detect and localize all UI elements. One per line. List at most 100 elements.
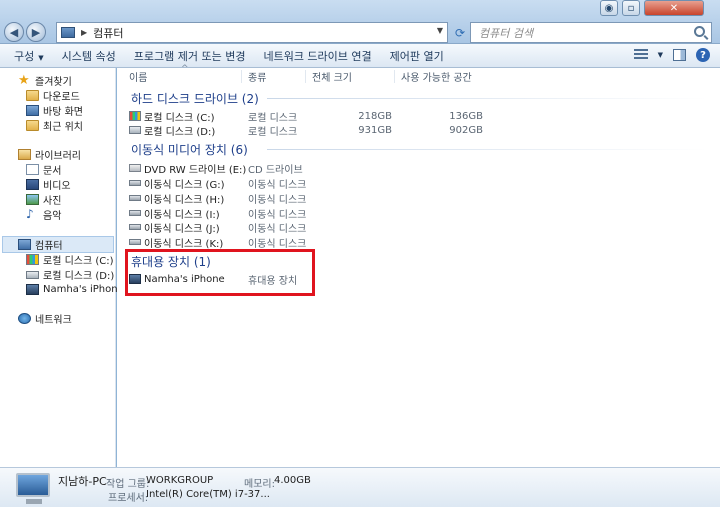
forward-button[interactable]: ▶ [26,22,46,42]
organize-label: 구성 [14,49,35,63]
search-input[interactable]: 컴퓨터 검색 [470,22,712,43]
nav-videos-label: 비디오 [43,181,71,192]
nav-recent[interactable]: 최근 위치 [26,118,83,133]
minimize-icon: ◉ [604,2,614,14]
removable-disk-icon [129,239,141,245]
nav-favorites[interactable]: ★ 즐겨찾기 [18,73,72,88]
list-item[interactable]: 이동식 디스크 (J:) [129,220,220,235]
column-divider[interactable] [241,70,242,83]
search-placeholder: 컴퓨터 검색 [479,26,534,40]
refresh-button[interactable]: ⟳ [450,22,470,43]
nav-libraries[interactable]: 라이브러리 [18,147,81,162]
item-type: 이동식 디스크 [248,194,307,206]
nav-iphone[interactable]: Namha's iPhone [26,282,124,297]
documents-icon [26,164,39,175]
close-button[interactable]: ✕ [644,0,704,16]
help-icon[interactable]: ? [696,48,710,62]
breadcrumb-separator-icon[interactable]: ▶ [81,28,87,37]
nav-drive-c-label: 로컬 디스크 (C:) [43,256,114,267]
organize-button[interactable]: 구성 ▼ [0,48,53,64]
caret-down-icon[interactable]: ▼ [658,51,663,59]
workgroup-value: WORKGROUP [146,475,214,486]
red-highlight-box [125,249,315,296]
memory-label: 메모리: [244,479,275,490]
column-name-label: 이름 [129,72,148,84]
group-header-removable[interactable]: 이동식 미디어 장치 (6) [131,141,248,157]
column-header-type[interactable]: 종류 [248,68,266,84]
caret-down-icon: ▼ [38,53,44,62]
column-free-label: 사용 가능한 공간 [401,72,472,84]
column-header-total[interactable]: 전체 크기 [312,68,352,84]
group-header-hdd[interactable]: 하드 디스크 드라이브 (2) [131,90,259,106]
column-type-label: 종류 [248,72,267,84]
nav-network-label: 네트워크 [35,315,72,326]
windows-drive-icon [26,254,39,265]
list-item[interactable]: 이동식 디스크 (I:) [129,206,220,221]
dvd-drive-icon [129,164,141,172]
nav-music[interactable]: ♪ 음악 [26,207,61,222]
item-name: 로컬 디스크 (D:) [144,126,216,138]
search-icon[interactable] [694,26,705,37]
pictures-icon [26,194,39,205]
chevron-down-icon[interactable]: ▼ [437,26,443,35]
uninstall-program-button[interactable]: 프로그램 제거 또는 변경 [125,48,255,64]
list-item[interactable]: 로컬 디스크 (C:) [129,109,215,124]
column-divider[interactable] [394,70,395,83]
list-item[interactable]: 로컬 디스크 (D:) [129,123,216,138]
star-icon: ★ [18,73,30,88]
nav-drive-c[interactable]: 로컬 디스크 (C:) [26,252,114,267]
address-bar[interactable]: ▶ 컴퓨터 ▼ [56,22,448,43]
nav-videos[interactable]: 비디오 [26,177,71,192]
maximize-button[interactable]: ▫ [622,0,640,16]
view-options-icon[interactable] [633,49,648,61]
item-type: 이동식 디스크 [248,179,307,191]
item-type: 로컬 디스크 [248,126,298,138]
title-bar: ◉ ▫ ✕ ◀ ▶ ▶ 컴퓨터 ▼ ⟳ 컴퓨터 검색 [0,0,720,44]
list-item[interactable]: 이동식 디스크 (K:) [129,235,223,250]
item-total-size: 931GB [358,124,392,136]
nav-pictures[interactable]: 사진 [26,192,61,207]
libraries-icon [18,149,31,160]
item-name: 이동식 디스크 (J:) [144,223,220,235]
removable-disk-icon [129,180,141,186]
system-properties-button[interactable]: 시스템 속성 [53,48,125,64]
maximize-icon: ▫ [627,2,635,14]
column-divider[interactable] [305,70,306,83]
list-item[interactable]: DVD RW 드라이브 (E:) [129,161,246,176]
group-hdd-label: 하드 디스크 드라이브 (2) [131,91,259,106]
processor-value: Intel(R) Core(TM) i7-37... [146,489,270,500]
item-name: 로컬 디스크 (C:) [144,112,215,124]
details-pane: 지남하-PC 작업 그룹: WORKGROUP 메모리: 4.00GB 프로세서… [0,467,720,507]
open-control-panel-button[interactable]: 제어판 열기 [381,48,453,64]
nav-libraries-label: 라이브러리 [35,151,81,162]
back-button[interactable]: ◀ [4,22,24,42]
group-removable-label: 이동식 미디어 장치 (6) [131,142,248,157]
preview-pane-icon[interactable] [673,49,686,61]
pc-name: 지남하-PC [58,475,107,488]
nav-documents[interactable]: 문서 [26,162,61,177]
nav-favorites-label: 즐겨찾기 [35,77,72,88]
nav-downloads[interactable]: 다운로드 [26,88,80,103]
removable-disk-icon [129,224,141,230]
list-item[interactable]: 이동식 디스크 (G:) [129,176,224,191]
minimize-button[interactable]: ◉ [600,0,618,16]
nav-desktop-label: 바탕 화면 [43,107,83,118]
column-header-name[interactable]: 이름 [129,68,147,84]
computer-icon [18,239,31,250]
sort-ascending-icon: ^ [181,64,189,74]
breadcrumb-computer[interactable]: 컴퓨터 [93,25,123,41]
nav-downloads-label: 다운로드 [43,92,80,103]
nav-recent-label: 최근 위치 [43,122,83,133]
drive-icon [26,270,39,279]
computer-monitor-icon [16,473,50,504]
nav-desktop[interactable]: 바탕 화면 [26,103,83,118]
nav-computer-label: 컴퓨터 [35,241,63,252]
item-type: 이동식 디스크 [248,238,307,250]
column-header-free[interactable]: 사용 가능한 공간 [401,68,472,84]
map-network-drive-button[interactable]: 네트워크 드라이브 연결 [254,48,380,64]
nav-drive-d[interactable]: 로컬 디스크 (D:) [26,267,114,282]
nav-computer[interactable]: 컴퓨터 [18,237,63,252]
item-type: 로컬 디스크 [248,112,298,124]
nav-network[interactable]: 네트워크 [18,311,72,326]
list-item[interactable]: 이동식 디스크 (H:) [129,191,224,206]
